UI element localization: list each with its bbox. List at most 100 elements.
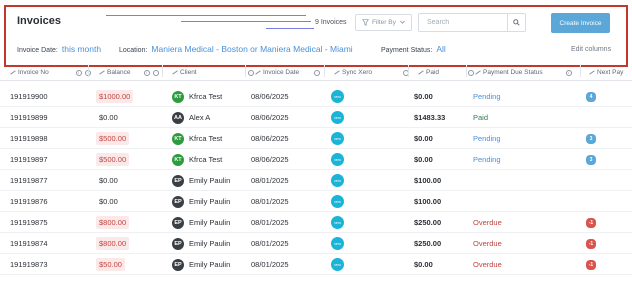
avatar: AA <box>172 111 184 124</box>
xero-icon[interactable]: xero <box>331 237 344 250</box>
location-value-link[interactable]: Maniera Medical - Boston or Maniera Medi… <box>151 44 352 54</box>
sort-icon <box>589 70 594 75</box>
column-header-invoice-no[interactable]: Invoice Noi· <box>10 69 91 76</box>
status-badge: Overdue <box>473 218 502 227</box>
table-row[interactable]: 191919898 $500.00 KT Kfrca Test 08/06/2025 xe… <box>0 128 632 149</box>
column-header-invoice-date[interactable]: Invoice Date · <box>255 69 321 76</box>
xero-icon[interactable]: xero <box>331 111 344 124</box>
invoice-no-cell[interactable]: 191919875 <box>10 212 48 233</box>
avatar: EP <box>172 237 184 250</box>
table-row[interactable]: 191919873 $50.00 EP Emily Paulin 08/01/2025 x… <box>0 254 632 275</box>
paid-cell: $0.00 <box>414 134 433 143</box>
next-pay-cell: 3 <box>586 128 596 149</box>
client-cell[interactable]: KT Kfrca Test <box>172 149 222 170</box>
table-row[interactable]: 191919876 $0.00 EP Emily Paulin 08/01/2025 xe… <box>0 191 632 212</box>
filter-by-label: Filter By <box>372 19 396 26</box>
client-cell[interactable]: EP Emily Paulin <box>172 170 230 191</box>
invoice-date-cell: 08/01/2025 <box>251 176 289 185</box>
sync-xero-cell: xero <box>331 107 344 128</box>
column-header-client[interactable]: Client · <box>172 69 254 76</box>
invoice-no-cell[interactable]: 191919899 <box>10 107 48 128</box>
payment-status-value-link[interactable]: All <box>436 44 445 54</box>
gear-icon[interactable]: · <box>468 69 475 76</box>
balance-value: $500.00 <box>96 153 130 166</box>
invoice-no-cell[interactable]: 191919900 <box>10 86 48 107</box>
column-header-payment-due-status[interactable]: Payment Due Status i <box>475 69 572 76</box>
xero-icon[interactable]: xero <box>331 90 344 103</box>
chevron-down-icon <box>399 20 405 24</box>
client-cell[interactable]: EP Emily Paulin <box>172 233 230 254</box>
payment-status-label: Payment Status: <box>381 47 433 54</box>
sort-icon <box>99 70 104 75</box>
status-badge: Paid <box>473 113 489 122</box>
paid-cell: $100.00 <box>414 197 442 206</box>
balance-value: $0.00 <box>99 197 118 206</box>
balance-cell: $0.00 <box>96 107 121 128</box>
client-cell[interactable]: AA Alex A <box>172 107 210 128</box>
column-header-balance[interactable]: Balance i · <box>99 69 159 76</box>
divider <box>266 28 314 29</box>
invoice-no-cell[interactable]: 191919876 <box>10 191 48 212</box>
table-row[interactable]: 191919877 $0.00 EP Emily Paulin 08/01/2025 xe… <box>0 170 632 191</box>
client-cell[interactable]: EP Emily Paulin <box>172 191 230 212</box>
gear-icon[interactable]: · <box>152 69 159 76</box>
next-pay-cell: -1 <box>586 254 596 275</box>
paid-cell: $250.00 <box>414 239 442 248</box>
paid-cell: $0.00 <box>414 155 433 164</box>
sync-xero-cell: xero <box>331 86 344 107</box>
column-label: Client <box>180 69 197 76</box>
column-label: Payment Due Status <box>483 69 543 76</box>
invoice-no-cell[interactable]: 191919877 <box>10 170 48 191</box>
edit-columns-link[interactable]: Edit columns <box>571 46 611 53</box>
sort-icon <box>255 70 260 75</box>
table-row[interactable]: 191919897 $500.00 KT Kfrca Test 08/06/2025 xe… <box>0 149 632 170</box>
invoice-date-label: Invoice Date: <box>17 47 58 54</box>
page-title: Invoices <box>17 15 62 27</box>
table-row[interactable]: 191919875 $800.00 EP Emily Paulin 08/01/2025… <box>0 212 632 233</box>
client-cell[interactable]: KT Kfrca Test <box>172 128 222 149</box>
status-badge: Overdue <box>473 260 502 269</box>
table-row[interactable]: 191919899 $0.00 AA Alex A 08/06/2025 xero $148… <box>0 107 632 128</box>
next-pay-badge: -1 <box>586 217 596 228</box>
sync-xero-cell: xero <box>331 191 344 212</box>
invoice-count: 9 Invoices <box>315 19 347 26</box>
filter-by-dropdown[interactable]: Filter By <box>355 14 412 31</box>
divider <box>106 15 306 16</box>
paid-cell: $100.00 <box>414 176 442 185</box>
client-cell[interactable]: EP Emily Paulin <box>172 212 230 233</box>
filter-icon <box>362 19 369 26</box>
client-name: Kfrca Test <box>189 155 223 164</box>
gear-icon[interactable]: · <box>314 69 321 76</box>
invoice-no-cell[interactable]: 191919874 <box>10 233 48 254</box>
xero-icon[interactable]: xero <box>331 195 344 208</box>
paid-cell: $0.00 <box>414 260 433 269</box>
status-badge: Overdue <box>473 239 502 248</box>
column-header-sync-xero[interactable]: Sync Xero · <box>334 69 409 76</box>
invoice-no-cell[interactable]: 191919897 <box>10 149 48 170</box>
invoice-date-value-link[interactable]: this month <box>62 44 101 54</box>
table-header: Invoice Noi· Balancei· Client · Invoice D… <box>0 65 632 81</box>
column-header-next-pay[interactable]: Next Pay <box>589 69 623 76</box>
gear-icon[interactable]: · <box>247 69 254 76</box>
xero-icon[interactable]: xero <box>331 153 344 166</box>
search-input[interactable] <box>419 19 505 26</box>
invoice-date-cell: 08/06/2025 <box>251 92 289 101</box>
xero-icon[interactable]: xero <box>331 258 344 271</box>
xero-icon[interactable]: xero <box>331 174 344 187</box>
search-icon <box>513 19 520 26</box>
invoice-date-cell: 08/01/2025 <box>251 239 289 248</box>
table-row[interactable]: 191919900 $1000.00 KT Kfrca Test 08/06/2025 x… <box>0 86 632 107</box>
payment-status-filter: Payment Status: All <box>381 44 446 54</box>
xero-icon[interactable]: xero <box>331 132 344 145</box>
search-button[interactable] <box>507 14 525 31</box>
next-pay-cell: -1 <box>586 212 596 233</box>
client-cell[interactable]: KT Kfrca Test <box>172 86 222 107</box>
invoice-no-cell[interactable]: 191919873 <box>10 254 48 275</box>
xero-icon[interactable]: xero <box>331 216 344 229</box>
balance-cell: $800.00 <box>96 233 130 254</box>
create-invoice-button[interactable]: Create Invoice <box>551 13 610 33</box>
client-cell[interactable]: EP Emily Paulin <box>172 254 230 275</box>
table-row[interactable]: 191919874 $800.00 EP Emily Paulin 08/01/2025… <box>0 233 632 254</box>
invoice-no-cell[interactable]: 191919898 <box>10 128 48 149</box>
column-label: Sync Xero <box>342 69 372 76</box>
